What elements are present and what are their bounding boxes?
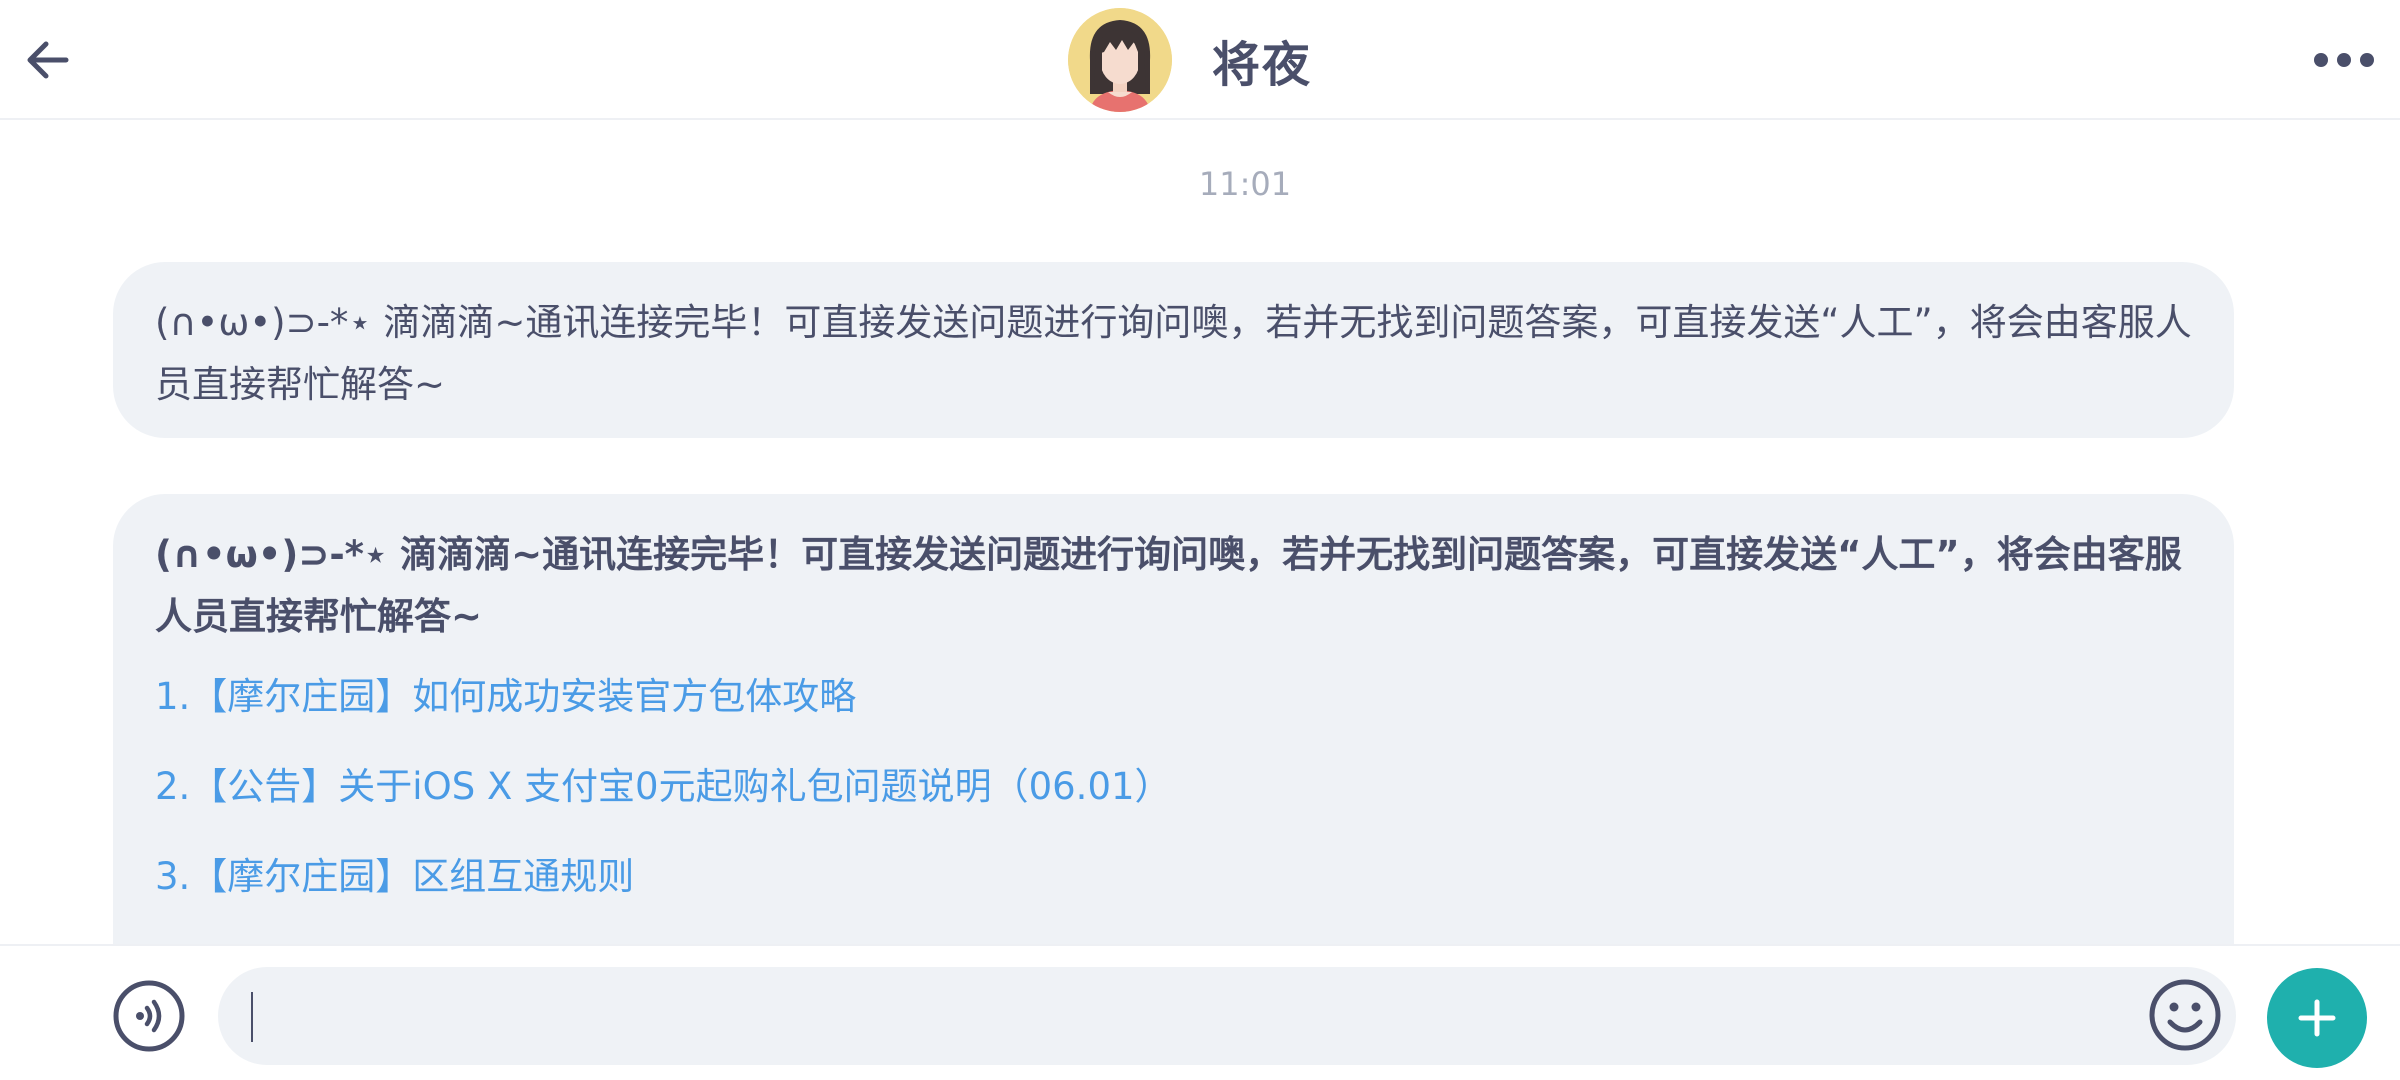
chat-title: 将夜: [1212, 37, 1313, 93]
back-button[interactable]: [18, 26, 78, 94]
emoji-button[interactable]: [2148, 978, 2222, 1052]
message-bubble-faq: (∩•ω•)⊃-*⋆ 滴滴滴~通讯连接完毕！可直接发送问题进行询问噢，若并无找到…: [113, 494, 2234, 964]
more-options-button[interactable]: [2306, 34, 2382, 86]
faq-link[interactable]: 1.【摩尔庄园】如何成功安装官方包体攻略: [155, 666, 2194, 728]
faq-link[interactable]: 3.【摩尔庄园】区组互通规则: [155, 846, 2194, 908]
message-input-bar: [0, 944, 2400, 1080]
message-bubble: (∩•ω•)⊃-*⋆ 滴滴滴~通讯连接完毕！可直接发送问题进行询问噢，若并无找到…: [113, 262, 2234, 438]
message-text: (∩•ω•)⊃-*⋆ 滴滴滴~通讯连接完毕！可直接发送问题进行询问噢，若并无找到…: [155, 533, 2182, 638]
voice-button[interactable]: [113, 980, 185, 1052]
message-timestamp: 11:01: [1198, 165, 1292, 203]
chat-title-group: 将夜: [1068, 8, 1312, 112]
plus-icon: [2298, 999, 2336, 1037]
chat-header: 将夜: [0, 0, 2400, 120]
faq-link-list: 1.【摩尔庄园】如何成功安装官方包体攻略 2.【公告】关于iOS X 支付宝0元…: [155, 666, 2194, 908]
voice-icon: [113, 980, 185, 1052]
more-dots-icon: [2314, 53, 2328, 67]
faq-link[interactable]: 2.【公告】关于iOS X 支付宝0元起购礼包问题说明（06.01）: [155, 756, 2194, 818]
text-caret: [251, 992, 253, 1042]
message-text: (∩•ω•)⊃-*⋆ 滴滴滴~通讯连接完毕！可直接发送问题进行询问噢，若并无找到…: [155, 301, 2192, 406]
message-input[interactable]: [218, 967, 2236, 1065]
add-attachment-button[interactable]: [2267, 968, 2367, 1068]
arrow-left-icon: [27, 41, 69, 79]
avatar[interactable]: [1068, 8, 1172, 112]
girl-avatar-icon: [1068, 8, 1172, 112]
emoji-icon: [2149, 979, 2221, 1051]
